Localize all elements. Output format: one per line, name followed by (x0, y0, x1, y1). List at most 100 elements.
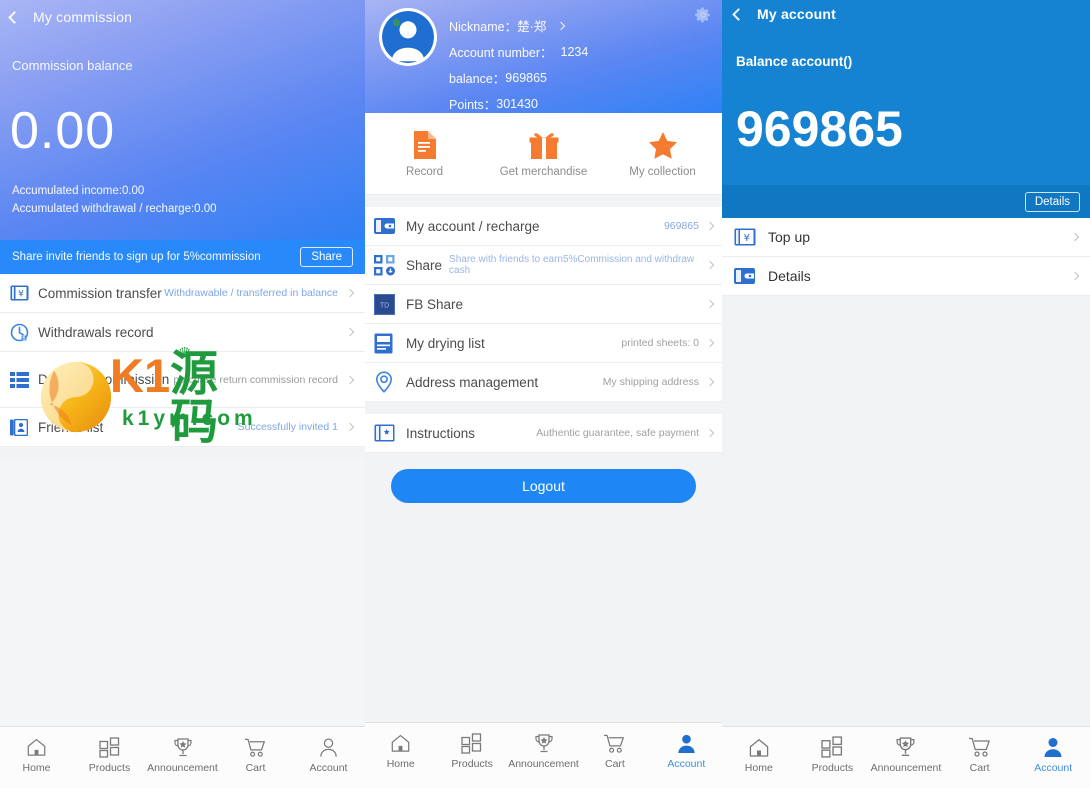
list-item-address-management[interactable]: Address management My shipping address (365, 363, 722, 402)
tab-home[interactable]: Home (0, 735, 73, 774)
gear-icon[interactable] (694, 6, 712, 24)
tab-announcement[interactable]: Announcement (508, 731, 579, 770)
share-invite-text: Share invite friends to sign up for 5%co… (12, 251, 261, 263)
trophy-announcement-icon (869, 735, 943, 759)
tab-products[interactable]: Products (436, 731, 507, 770)
home-icon (0, 735, 73, 759)
list-item-label: Share (406, 257, 443, 273)
action-record[interactable]: Record (365, 129, 484, 178)
list-item-meta: 969865 (663, 220, 699, 232)
share-invite-banner: Share invite friends to sign up for 5%co… (0, 240, 365, 274)
fb-share-icon: TD (374, 293, 406, 315)
user-account-icon (651, 731, 722, 755)
section-spacer (365, 195, 722, 207)
account-action-list: ¥ Top up Details (722, 218, 1090, 296)
profile-nickname-row[interactable]: Nickname： 楚·郑 (449, 16, 588, 35)
balance-account-label: Balance account() (736, 54, 853, 69)
action-get-merchandise[interactable]: Get merchandise (484, 129, 603, 178)
star-icon (603, 129, 722, 161)
location-pin-icon (374, 371, 406, 393)
action-label: Record (405, 166, 444, 178)
list-item-details-of-commission[interactable]: Details of commission purchase return co… (0, 352, 365, 408)
user-account-icon (1016, 735, 1090, 759)
commission-balance-amount: 0.00 (10, 102, 116, 160)
wallet-icon (734, 267, 768, 285)
list-item-my-drying-list[interactable]: My drying list printed sheets: 0 (365, 324, 722, 363)
chevron-right-icon (705, 299, 715, 309)
tab-label: Account (667, 758, 706, 770)
grid-list-icon (10, 371, 38, 388)
avatar[interactable] (379, 8, 437, 66)
navbar: My account (722, 0, 1090, 28)
tab-announcement[interactable]: Announcement (869, 735, 943, 774)
profile-account-row: Account number： 1234 (449, 42, 588, 61)
ticket-yen-icon: ¥ (10, 285, 38, 301)
list-item-share[interactable]: Share Share with friends to earn5%Commis… (365, 246, 722, 285)
list-item-top-up[interactable]: ¥ Top up (722, 218, 1090, 257)
list-item-withdrawals-record[interactable]: $ Withdrawals record (0, 313, 365, 352)
list-item-meta: My shipping address (602, 376, 699, 388)
svg-text:¥: ¥ (744, 233, 750, 244)
list-item-label: My account / recharge (406, 218, 540, 234)
profile-balance-row: balance： 969865 (449, 68, 588, 87)
cart-icon (943, 735, 1017, 759)
tab-label: Products (88, 762, 131, 774)
qrcode-share-icon (374, 254, 406, 276)
panel-my-commission: My commission Commission balance 0.00 Ac… (0, 0, 365, 788)
chevron-left-icon[interactable] (732, 7, 745, 21)
list-item-label: FB Share (406, 296, 464, 312)
home-icon (365, 731, 436, 755)
tab-announcement[interactable]: Announcement (146, 735, 219, 774)
tab-label: Home (744, 762, 773, 774)
tab-home[interactable]: Home (722, 735, 796, 774)
tab-account[interactable]: Account (651, 731, 722, 770)
tab-cart[interactable]: Cart (943, 735, 1017, 774)
list-item-meta: printed sheets: 0 (621, 337, 699, 349)
chevron-right-icon (345, 288, 355, 298)
gift-icon (484, 129, 603, 161)
details-bar: Details (722, 185, 1090, 218)
trophy-announcement-icon (146, 735, 219, 759)
list-item-friends-list[interactable]: Friends list Successfully invited 1 (0, 408, 365, 447)
tabbar-panel2: Home Products Announcement Cart Account (365, 722, 722, 788)
list-item-label: My drying list (406, 335, 485, 351)
list-item-label: Details of commission (38, 372, 170, 387)
profile-points-value: 301430 (496, 96, 538, 111)
list-item-meta: Successfully invited 1 (237, 421, 338, 433)
tab-products[interactable]: Products (73, 735, 146, 774)
logout-wrapper: Logout (365, 453, 722, 503)
list-item-details[interactable]: Details (722, 257, 1090, 296)
list-item-instructions[interactable]: Instructions Authentic guarantee, safe p… (365, 414, 722, 453)
svg-text:¥: ¥ (18, 290, 24, 300)
section-spacer-2 (365, 402, 722, 414)
share-button[interactable]: Share (300, 247, 353, 267)
action-my-collection[interactable]: My collection (603, 129, 722, 178)
chevron-right-icon (705, 377, 715, 387)
logout-button[interactable]: Logout (391, 469, 696, 503)
profile-account-value: 1234 (560, 44, 589, 59)
balance-amount: 969865 (736, 101, 903, 157)
tab-cart[interactable]: Cart (219, 735, 292, 774)
list-item-commission-transfer[interactable]: ¥ Commission transfer Withdrawable / tra… (0, 274, 365, 313)
list-item-fb-share[interactable]: TD FB Share (365, 285, 722, 324)
tab-home[interactable]: Home (365, 731, 436, 770)
tab-cart[interactable]: Cart (579, 731, 650, 770)
chevron-right-icon (1070, 232, 1080, 242)
commission-menu-list: ¥ Commission transfer Withdrawable / tra… (0, 274, 365, 447)
list-item-label: Withdrawals record (38, 324, 154, 340)
clock-history-icon: $ (10, 323, 38, 342)
details-button[interactable]: Details (1024, 191, 1080, 212)
chevron-right-icon (1070, 271, 1080, 281)
tab-products[interactable]: Products (796, 735, 870, 774)
wallet-icon (374, 217, 406, 235)
home-icon (722, 735, 796, 759)
chevron-right-icon (705, 338, 715, 348)
chevron-left-icon[interactable] (8, 10, 21, 24)
cart-icon (219, 735, 292, 759)
cart-icon (579, 731, 650, 755)
action-label: My collection (629, 166, 696, 178)
tab-account[interactable]: Account (292, 735, 365, 774)
list-item-my-account-recharge[interactable]: My account / recharge 969865 (365, 207, 722, 246)
list-item-label: Address management (406, 374, 539, 390)
tab-account[interactable]: Account (1016, 735, 1090, 774)
